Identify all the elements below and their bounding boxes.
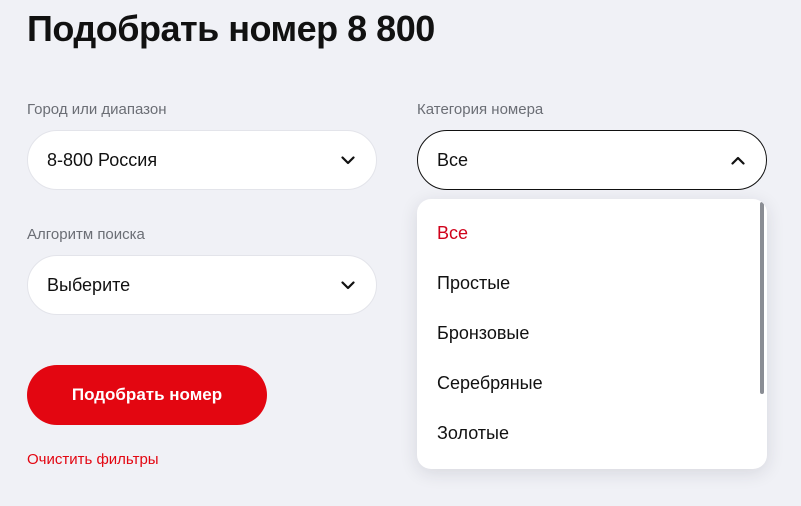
algorithm-field-label: Алгоритм поиска [27,226,145,243]
category-option-all[interactable]: Все [417,208,767,258]
category-field-label: Категория номера [417,101,544,118]
chevron-down-icon [340,152,356,168]
algorithm-select-value: Выберите [47,274,131,295]
city-field-label: Город или диапазон [27,101,167,118]
city-select-value: 8-800 Россия [47,149,158,170]
submit-button[interactable]: Подобрать номер [27,365,267,425]
category-select[interactable]: Все [417,130,767,190]
category-option-bronze[interactable]: Бронзовые [417,308,767,358]
algorithm-select[interactable]: Выберите [27,255,377,315]
page-title: Подобрать номер 8 800 [27,8,435,49]
city-select[interactable]: 8-800 Россия [27,130,377,190]
category-select-value: Все [437,149,469,170]
chevron-down-icon [340,277,356,293]
clear-filters-link[interactable]: Очистить фильтры [27,451,159,468]
chevron-up-icon [730,152,746,168]
category-option-simple[interactable]: Простые [417,258,767,308]
category-dropdown: Все Простые Бронзовые Серебряные Золотые [417,199,767,469]
dropdown-scrollbar[interactable] [760,202,764,394]
category-option-gold[interactable]: Золотые [417,408,767,458]
category-option-silver[interactable]: Серебряные [417,358,767,408]
category-options-list: Все Простые Бронзовые Серебряные Золотые [417,199,767,458]
